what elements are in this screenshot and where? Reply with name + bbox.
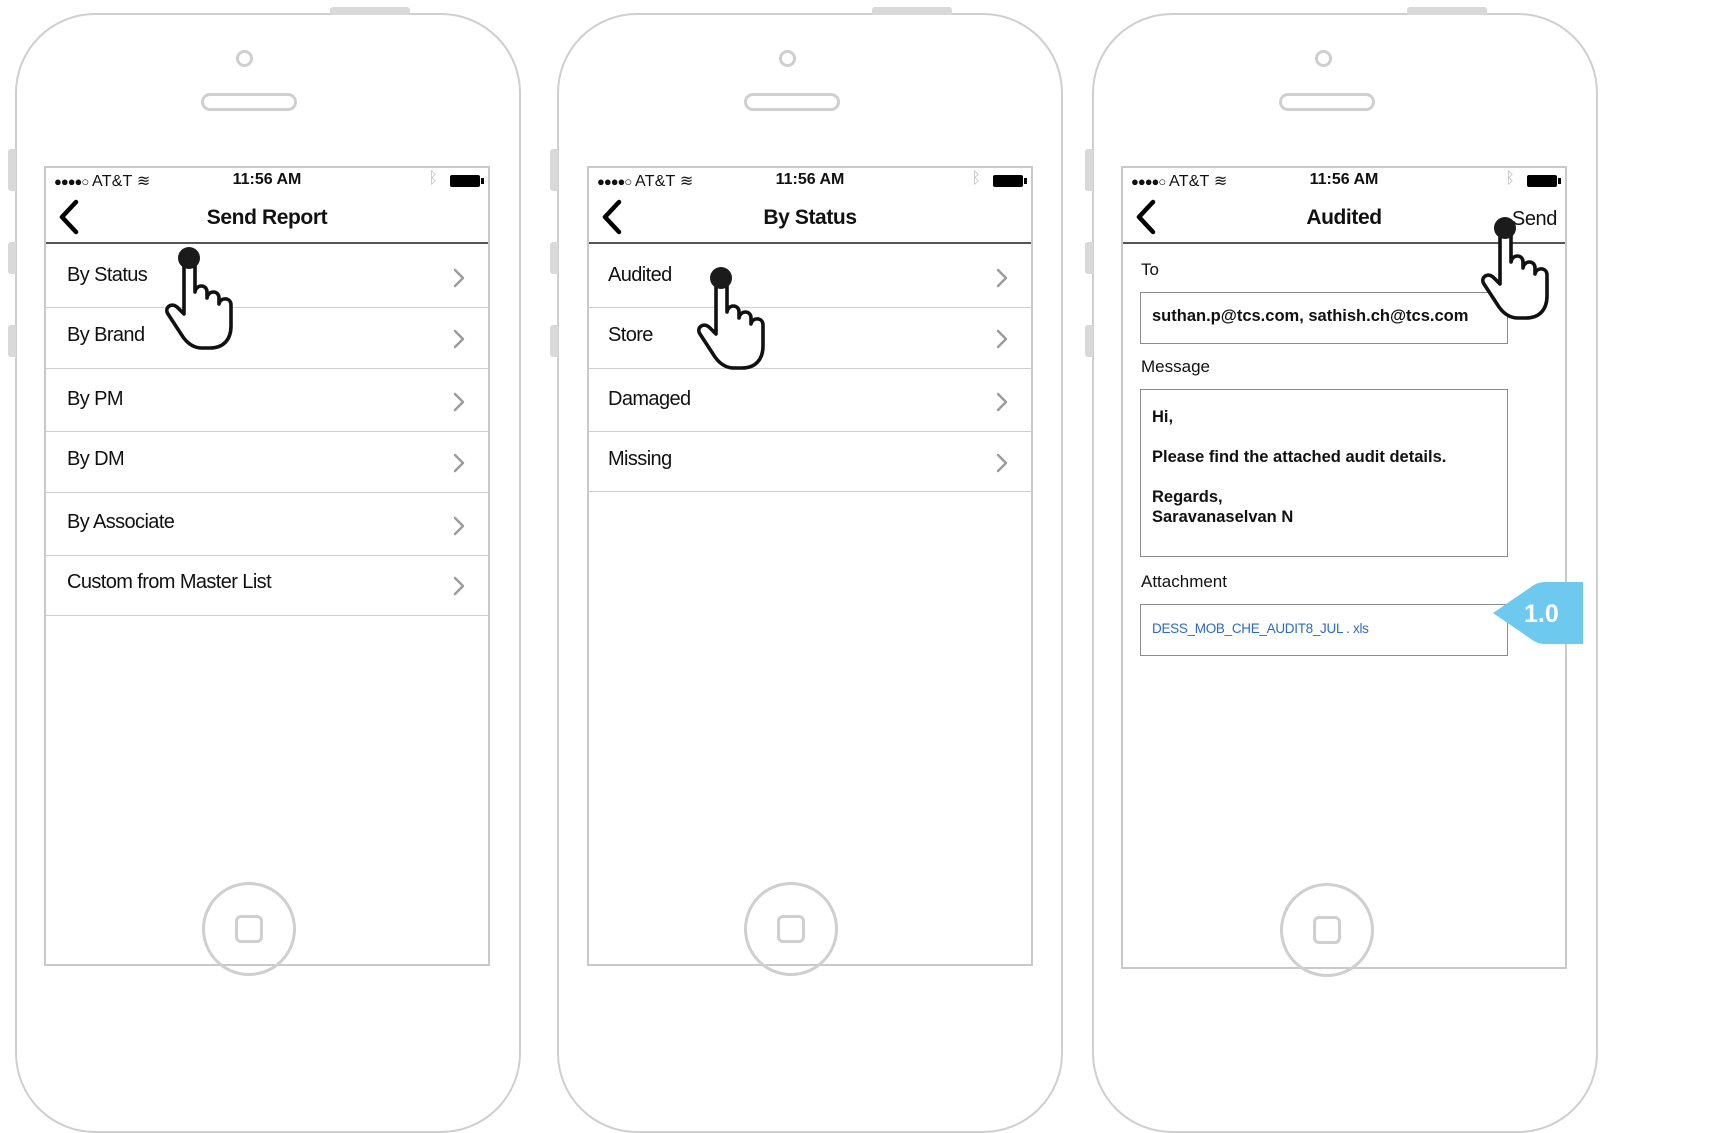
home-square-icon <box>235 915 263 943</box>
list-item-store[interactable]: Store <box>589 308 1031 369</box>
message-line: Hi, <box>1152 408 1174 426</box>
list-item-by-status[interactable]: By Status <box>46 244 488 308</box>
list-item-damaged[interactable]: Damaged <box>589 369 1031 432</box>
to-field-value: suthan.p@tcs.com, sathish.ch@tcs.com <box>1152 307 1469 325</box>
phone-by-status: ●●●●○ AT&T ≋ 11:56 AM ᛒ By Status Audite… <box>550 7 1063 1133</box>
chevron-right-icon <box>452 391 466 413</box>
list-item-audited[interactable]: Audited <box>589 244 1031 308</box>
chevron-right-icon <box>452 452 466 474</box>
list-item-label: Audited <box>608 264 672 286</box>
home-square-icon <box>777 915 805 943</box>
annotation-callout: 1.0 <box>1493 582 1583 644</box>
bluetooth-icon: ᛒ <box>428 170 438 187</box>
chevron-right-icon <box>995 328 1009 350</box>
status-bar: ●●●●○ AT&T ≋ 11:56 AM ᛒ <box>1123 168 1565 194</box>
status-time: 11:56 AM <box>1309 171 1379 188</box>
list-item-label: Store <box>608 324 653 346</box>
list-item-label: By DM <box>67 448 125 470</box>
list-item-label: By Status <box>67 264 148 286</box>
volume-down-button <box>1085 325 1093 357</box>
power-button <box>872 7 952 15</box>
volume-up-button <box>550 242 558 274</box>
list-item-label: By PM <box>67 388 124 410</box>
tap-hand-icon <box>1478 214 1574 324</box>
message-label: Message <box>1141 357 1210 376</box>
volume-down-button <box>8 325 16 357</box>
phone-send-report: ●●●●○ AT&T ≋ 11:56 AM ᛒ Send Report By S… <box>8 7 521 1133</box>
list-item-by-associate[interactable]: By Associate <box>46 493 488 556</box>
chevron-right-icon <box>995 452 1009 474</box>
mute-switch <box>550 149 558 191</box>
list-item-custom-master-list[interactable]: Custom from Master List <box>46 556 488 616</box>
page-title: By Status <box>763 206 857 229</box>
chevron-right-icon <box>452 515 466 537</box>
page-title: Send Report <box>206 206 328 229</box>
screen: ●●●●○ AT&T ≋ 11:56 AM ᛒ Send Report By S… <box>44 166 490 966</box>
status-time: 11:56 AM <box>775 171 845 188</box>
chevron-right-icon <box>452 267 466 289</box>
status-bar: ●●●●○ AT&T ≋ 11:56 AM ᛒ <box>589 168 1031 194</box>
battery-icon <box>1527 175 1561 187</box>
chevron-right-icon <box>452 575 466 597</box>
attachment-label: Attachment <box>1141 572 1227 591</box>
mute-switch <box>8 149 16 191</box>
list-item-label: Missing <box>608 448 672 470</box>
power-button <box>1407 7 1487 15</box>
speaker <box>1279 93 1375 111</box>
attachment-field[interactable]: DESS_MOB_CHE_AUDIT8_JUL . xls <box>1140 604 1508 656</box>
navigation-bar: Send Report <box>46 194 488 244</box>
attachment-file-link[interactable]: DESS_MOB_CHE_AUDIT8_JUL . xls <box>1152 621 1369 636</box>
list-item-by-pm[interactable]: By PM <box>46 369 488 432</box>
home-square-icon <box>1313 916 1341 944</box>
speaker <box>201 93 297 111</box>
list-item-label: Damaged <box>608 388 691 410</box>
screen: ●●●●○ AT&T ≋ 11:56 AM ᛒ By Status Audite… <box>587 166 1033 966</box>
home-button[interactable] <box>1280 883 1374 977</box>
camera <box>1315 50 1332 67</box>
message-field[interactable]: Hi, Please find the attached audit detai… <box>1140 389 1508 557</box>
message-line: Saravanaselvan N <box>1152 508 1294 526</box>
status-bar: ●●●●○ AT&T ≋ 11:56 AM ᛒ <box>46 168 488 194</box>
bluetooth-icon: ᛒ <box>1505 170 1515 187</box>
list-item-by-dm[interactable]: By DM <box>46 432 488 493</box>
volume-up-button <box>1085 242 1093 274</box>
speaker <box>744 93 840 111</box>
bluetooth-icon: ᛒ <box>971 170 981 187</box>
chevron-right-icon <box>452 328 466 350</box>
to-label: To <box>1141 260 1159 279</box>
tap-hand-icon <box>694 264 790 374</box>
power-button <box>330 7 410 15</box>
to-field[interactable]: suthan.p@tcs.com, sathish.ch@tcs.com <box>1140 292 1508 344</box>
home-button[interactable] <box>744 882 838 976</box>
list-item-label: By Brand <box>67 324 145 346</box>
chevron-right-icon <box>995 267 1009 289</box>
home-button[interactable] <box>202 882 296 976</box>
list-item-missing[interactable]: Missing <box>589 432 1031 492</box>
tap-hand-icon <box>162 244 258 354</box>
annotation-label: 1.0 <box>1524 600 1559 628</box>
list-item-by-brand[interactable]: By Brand <box>46 308 488 369</box>
phone-audited-email: ●●●●○ AT&T ≋ 11:56 AM ᛒ Audited Send To … <box>1085 7 1598 1133</box>
list-item-label: By Associate <box>67 511 175 533</box>
camera <box>779 50 796 67</box>
navigation-bar: By Status <box>589 194 1031 244</box>
volume-down-button <box>550 325 558 357</box>
message-line: Regards, <box>1152 488 1223 506</box>
mute-switch <box>1085 149 1093 191</box>
list-item-label: Custom from Master List <box>67 571 272 593</box>
status-time: 11:56 AM <box>232 171 302 188</box>
battery-icon <box>450 175 484 187</box>
battery-icon <box>993 175 1027 187</box>
chevron-right-icon <box>995 391 1009 413</box>
message-line: Please find the attached audit details. <box>1152 448 1447 466</box>
camera <box>236 50 253 67</box>
volume-up-button <box>8 242 16 274</box>
